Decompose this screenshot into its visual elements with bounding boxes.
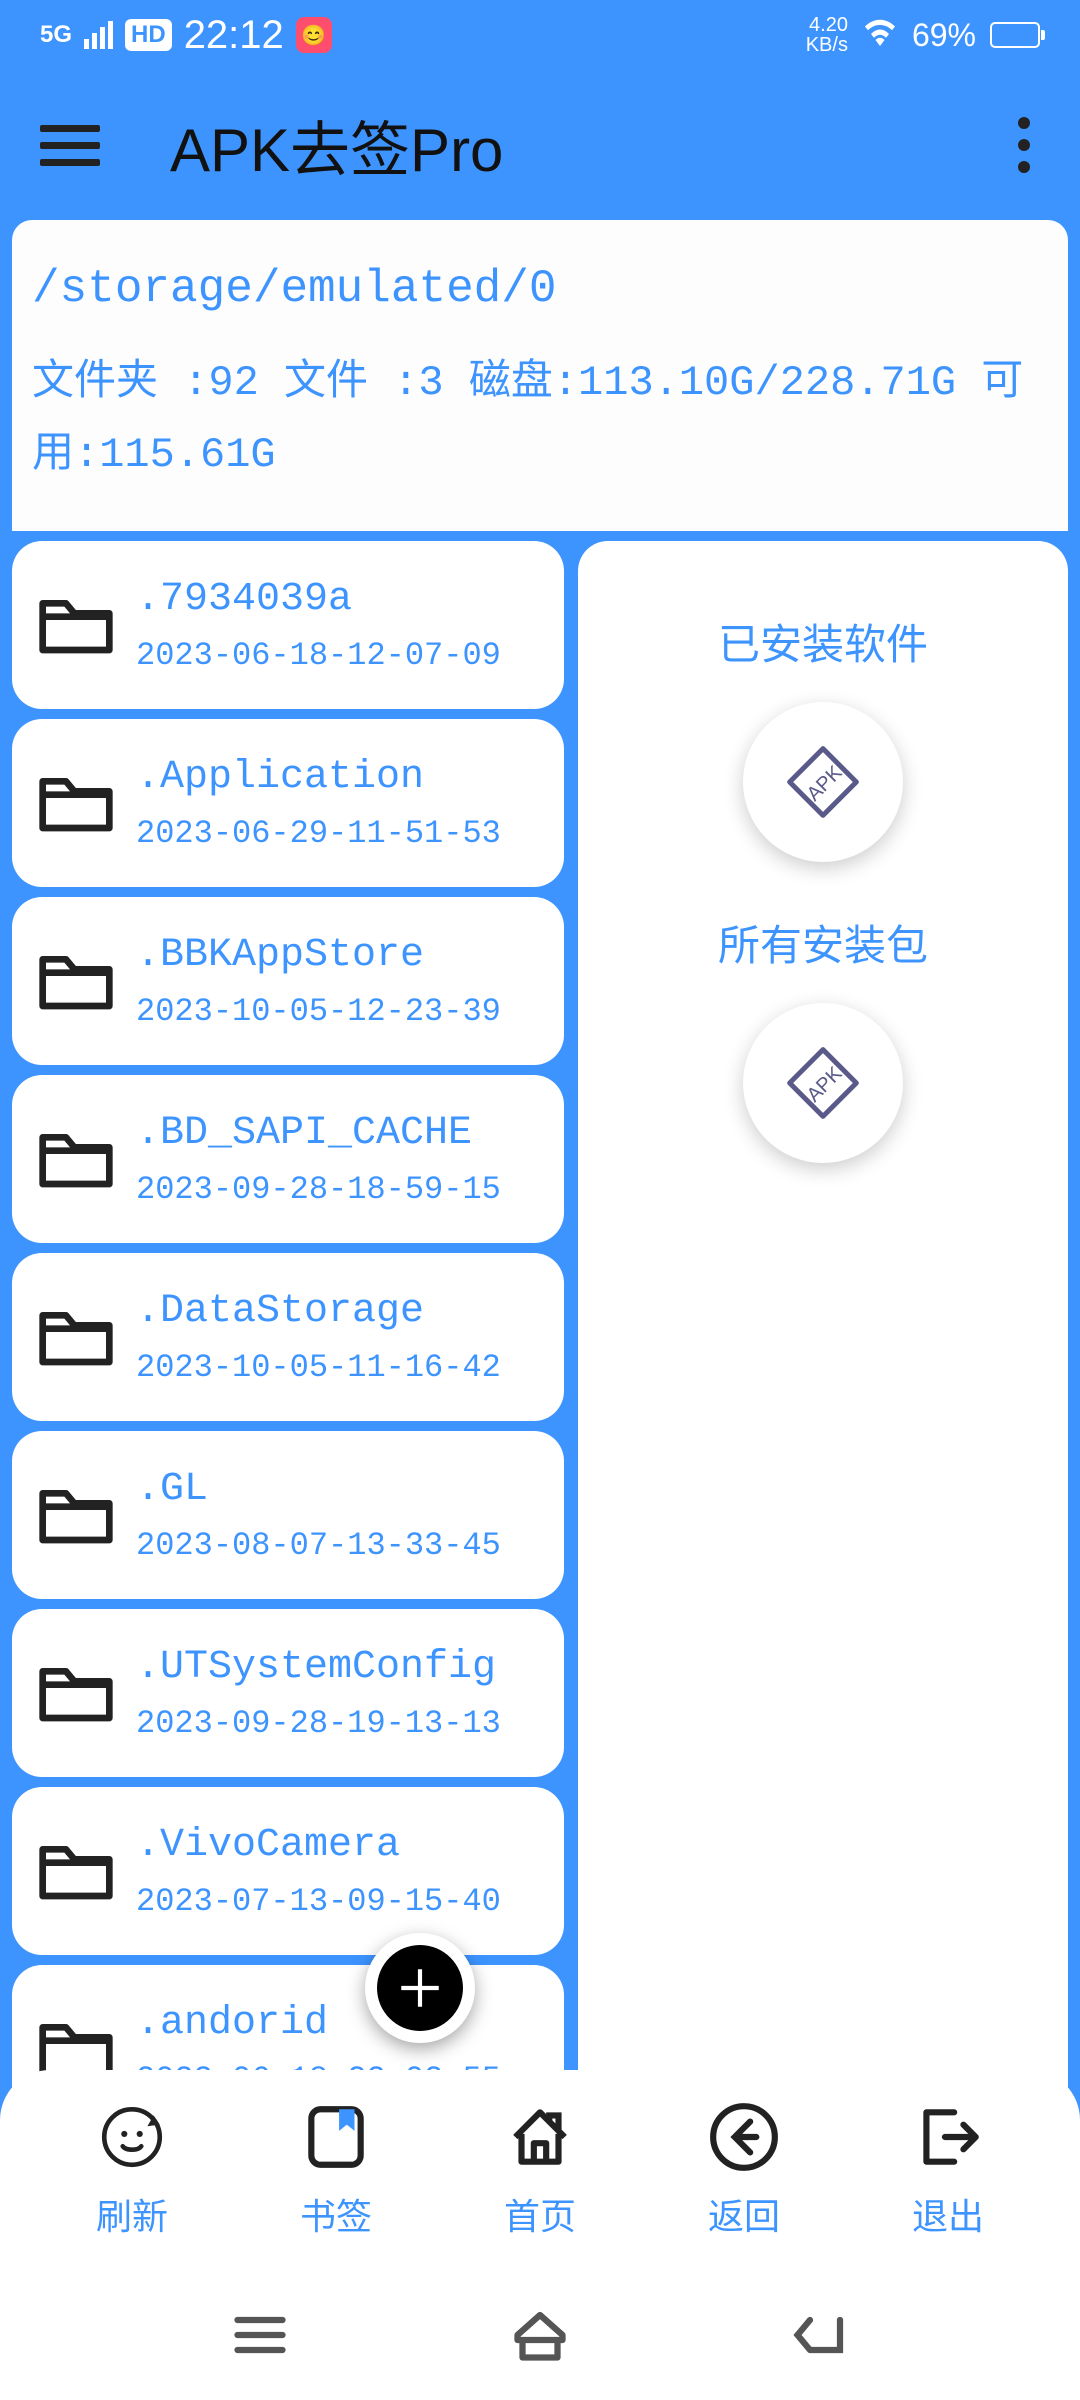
folder-icon [36,1305,116,1369]
folder-item[interactable]: .Application 2023-06-29-11-51-53 [12,719,564,887]
folder-text: .BD_SAPI_CACHE 2023-09-28-18-59-15 [136,1109,540,1208]
folder-item[interactable]: .GL 2023-08-07-13-33-45 [12,1431,564,1599]
app-notification-icon: 😊 [296,17,332,53]
sys-recent-icon[interactable] [230,2305,290,2365]
overflow-menu-icon[interactable] [1018,117,1040,173]
exit-icon [911,2100,985,2174]
data-speed: 4.20KB/s [806,15,848,55]
nav-home-label: 首页 [504,2188,576,2240]
folder-name: .BBKAppStore [136,931,540,981]
folder-item[interactable]: .BD_SAPI_CACHE 2023-09-28-18-59-15 [12,1075,564,1243]
folder-text: .Application 2023-06-29-11-51-53 [136,753,540,852]
bookmark-icon [299,2100,373,2174]
refresh-icon [95,2100,169,2174]
folder-date: 2023-07-13-09-15-40 [136,1883,540,1920]
storage-stats: 文件夹 :92 文件 :3 磁盘:113.10G/228.71G 可用:115.… [32,348,1048,491]
nav-back-label: 返回 [708,2188,780,2240]
system-nav [0,2270,1080,2400]
folder-item[interactable]: .DataStorage 2023-10-05-11-16-42 [12,1253,564,1421]
battery-icon [990,22,1040,48]
signal-icon [84,21,113,49]
folder-icon [36,1839,116,1903]
nav-exit[interactable]: 退出 [911,2100,985,2240]
path-info-panel: /storage/emulated/0 文件夹 :92 文件 :3 磁盘:113… [12,220,1068,531]
status-right: 4.20KB/s 69% [806,15,1040,55]
apk-icon: APK [783,742,863,822]
sys-back-icon[interactable] [790,2305,850,2365]
folder-name: .DataStorage [136,1287,540,1337]
folder-text: .UTSystemConfig 2023-09-28-19-13-13 [136,1643,540,1742]
folder-text: .DataStorage 2023-10-05-11-16-42 [136,1287,540,1386]
folder-name: .UTSystemConfig [136,1643,540,1693]
folder-item[interactable]: .BBKAppStore 2023-10-05-12-23-39 [12,897,564,1065]
nav-back[interactable]: 返回 [707,2100,781,2240]
sys-home-icon[interactable] [510,2305,570,2365]
installed-apps-button[interactable]: APK [743,702,903,862]
folder-text: .BBKAppStore 2023-10-05-12-23-39 [136,931,540,1030]
folder-icon [36,593,116,657]
folder-date: 2023-09-28-19-13-13 [136,1705,540,1742]
hd-badge: HD [125,19,172,51]
app-title: APK去签Pro [170,102,1018,189]
plus-icon [395,1963,445,2013]
folder-name: .andorid [136,1999,540,2049]
network-label: 5G [40,21,72,49]
folder-name: .GL [136,1465,540,1515]
all-packages-button[interactable]: APK [743,1003,903,1163]
folder-date: 2023-10-05-11-16-42 [136,1349,540,1386]
folder-item[interactable]: .VivoCamera 2023-07-13-09-15-40 [12,1787,564,1955]
folder-name: .VivoCamera [136,1821,540,1871]
installed-apps-label: 已安装软件 [718,611,928,672]
folder-date: 2023-09-28-18-59-15 [136,1171,540,1208]
status-bar: 5G HD 22:12 😊 4.20KB/s 69% [0,0,1080,70]
add-fab[interactable] [365,1933,475,2043]
folder-date: 2023-10-05-12-23-39 [136,993,540,1030]
wifi-icon [862,16,898,54]
nav-bookmark-label: 书签 [300,2188,372,2240]
folder-item[interactable]: .UTSystemConfig 2023-09-28-19-13-13 [12,1609,564,1777]
status-left: 5G HD 22:12 😊 [40,13,332,58]
back-icon [707,2100,781,2174]
bottom-nav: 刷新 书签 首页 返回 退出 [0,2070,1080,2270]
apk-icon: APK [783,1043,863,1123]
current-path: /storage/emulated/0 [32,250,1048,328]
folder-icon [36,1661,116,1725]
folder-icon [36,771,116,835]
folder-icon [36,1483,116,1547]
folder-date: 2023-08-07-13-33-45 [136,1527,540,1564]
app-top-bar: APK去签Pro [0,70,1080,220]
clock: 22:12 [184,13,284,58]
nav-home[interactable]: 首页 [503,2100,577,2240]
folder-name: .Application [136,753,540,803]
folder-text: .VivoCamera 2023-07-13-09-15-40 [136,1821,540,1920]
battery-percent: 69% [912,17,976,54]
nav-bookmark[interactable]: 书签 [299,2100,373,2240]
folder-text: .GL 2023-08-07-13-33-45 [136,1465,540,1564]
folder-date: 2023-06-29-11-51-53 [136,815,540,852]
folder-date: 2023-06-18-12-07-09 [136,637,540,674]
home-icon [503,2100,577,2174]
folder-item[interactable]: .7934039a 2023-06-18-12-07-09 [12,541,564,709]
folder-name: .7934039a [136,575,540,625]
menu-icon[interactable] [40,125,100,166]
folder-icon [36,1127,116,1191]
folder-name: .BD_SAPI_CACHE [136,1109,540,1159]
nav-exit-label: 退出 [912,2188,984,2240]
nav-refresh[interactable]: 刷新 [95,2100,169,2240]
all-packages-label: 所有安装包 [718,912,928,973]
nav-refresh-label: 刷新 [96,2188,168,2240]
folder-icon [36,949,116,1013]
folder-text: .7934039a 2023-06-18-12-07-09 [136,575,540,674]
